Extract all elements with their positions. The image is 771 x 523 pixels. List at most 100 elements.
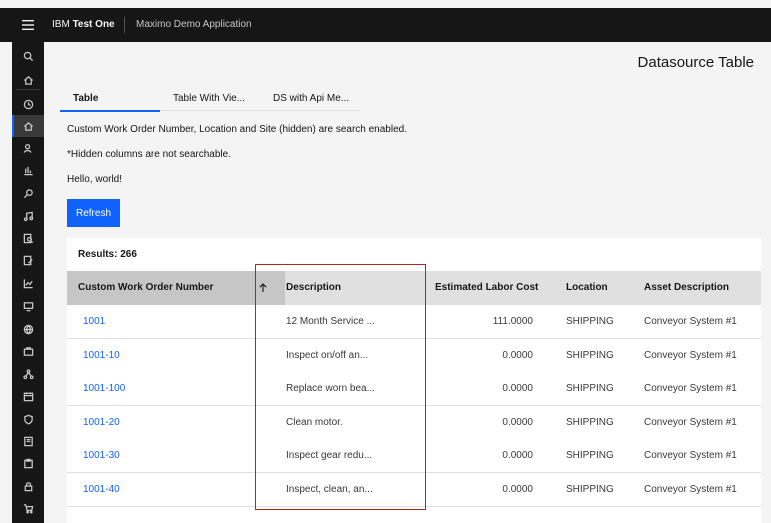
labor-cost-cell: 0.0000 (502, 484, 533, 495)
table-row[interactable]: 1001-20 Clean motor. 0.0000 SHIPPING Conveyo… (67, 405, 761, 440)
tools-icon (23, 188, 33, 198)
description-cell: Clean motor. (286, 416, 343, 428)
sidenav-item-briefcase[interactable] (12, 340, 44, 362)
table-row[interactable]: 1001-10 Inspect on/off an... 0.0000 SHIPPIN… (67, 338, 761, 373)
description-cell: Replace worn bea... (286, 383, 375, 395)
doc-edit-icon (23, 255, 33, 265)
datasource-table: Results: 266 Custom Work Order Number De… (67, 238, 761, 523)
chart-icon (23, 166, 33, 175)
sidenav-item-screen[interactable] (12, 295, 44, 317)
labor-cost-cell: 0.0000 (502, 450, 533, 462)
home-icon (23, 75, 33, 85)
network-icon (22, 368, 34, 379)
location-cell: SHIPPING (566, 383, 614, 395)
search-icon (23, 51, 33, 61)
menu-icon (22, 20, 34, 30)
location-cell: SHIPPING (566, 416, 614, 428)
sidenav-item-shield[interactable] (12, 408, 44, 430)
results-count: Results: 266 (78, 249, 137, 260)
sidenav-item-globe[interactable] (12, 318, 44, 340)
refresh-button[interactable]: Refresh (67, 199, 120, 227)
brand-name[interactable]: IBM Test One (52, 8, 115, 42)
asset-description-cell: Conveyor System #1 (644, 316, 737, 327)
home-icon (23, 121, 33, 131)
lock-icon (24, 481, 32, 491)
briefcase-icon (23, 346, 33, 356)
column-header-location[interactable]: Location (566, 271, 608, 305)
table-header: Custom Work Order Number Description Est… (67, 271, 761, 305)
tab-table-with-view[interactable]: Table With Vie... (160, 88, 260, 111)
cart-icon (23, 503, 33, 514)
user-icon (23, 143, 31, 153)
asset-description-cell: Conveyor System #1 (644, 349, 737, 361)
hamburger-menu-button[interactable] (12, 8, 44, 42)
recent-icon (23, 99, 33, 109)
tab-table[interactable]: Table (60, 88, 160, 112)
column-header-wonum[interactable]: Custom Work Order Number (67, 271, 285, 305)
table-row[interactable]: 1001-100 Replace worn bea... 0.0000 SHIPPIN… (67, 372, 761, 407)
column-header-description[interactable]: Description (286, 271, 341, 305)
labor-cost-cell: 0.0000 (502, 383, 533, 395)
arrow-up-icon (259, 283, 267, 292)
app-name-annotation-box (127, 15, 298, 57)
asset-description-cell: Conveyor System #1 (644, 383, 737, 395)
line-chart-icon (23, 278, 33, 288)
sidenav-item-cart[interactable] (12, 497, 44, 519)
globe-icon (23, 324, 33, 335)
sidenav-item-search[interactable] (12, 45, 44, 67)
brand-prefix: IBM (52, 19, 70, 30)
sidenav-item-line-chart[interactable] (12, 272, 44, 294)
description-cell: Inspect on/off an... (286, 349, 369, 361)
sort-ascending-icon[interactable] (254, 271, 272, 305)
wonum-link[interactable]: 1001-20 (83, 406, 120, 439)
sidenav-item-music[interactable] (12, 205, 44, 227)
location-cell: SHIPPING (566, 450, 614, 462)
table-row[interactable]: 1001 12 Month Service ... 111.0000 SHIPPING… (67, 305, 761, 339)
info-search-enabled: Custom Work Order Number, Location and S… (67, 124, 407, 135)
location-cell: SHIPPING (566, 316, 614, 327)
table-row[interactable]: 1001-40 Inspect, clean, an... 0.0000 SHIPPI… (67, 473, 761, 507)
labor-cost-cell: 0.0000 (502, 349, 533, 361)
sidenav-item-home[interactable] (12, 69, 44, 91)
sidenav-item-recent[interactable] (12, 93, 44, 115)
tab-ds-with-api[interactable]: DS with Api Me... (260, 88, 360, 111)
screen-icon (23, 301, 33, 311)
shield-icon (23, 414, 33, 425)
music-icon (23, 211, 33, 221)
asset-description-cell: Conveyor System #1 (644, 450, 737, 462)
sidenav-item-doc-edit[interactable] (12, 249, 44, 271)
sidenav-item-user[interactable] (12, 137, 44, 159)
sidenav-item-network[interactable] (12, 363, 44, 385)
wonum-link[interactable]: 1001-30 (83, 439, 120, 472)
wonum-link[interactable]: 1001-40 (83, 473, 120, 506)
sidenav-separator (16, 89, 40, 90)
top-header: IBM Test One Maximo Demo Application (0, 8, 771, 42)
wonum-link[interactable]: 1001 (83, 305, 105, 338)
side-navigation (12, 42, 44, 523)
page-title: Datasource Table (637, 54, 754, 71)
wonum-link[interactable]: 1001-100 (83, 372, 125, 405)
labor-cost-cell: 0.0000 (502, 416, 533, 428)
location-cell: SHIPPING (566, 484, 614, 495)
column-header-asset-description[interactable]: Asset Description (644, 271, 729, 305)
description-cell: Inspect gear redu... (286, 450, 373, 462)
sidenav-item-home[interactable] (12, 115, 44, 137)
column-header-labor-cost[interactable]: Estimated Labor Cost (435, 271, 538, 305)
header-divider (124, 17, 125, 33)
notebook-icon (23, 436, 33, 446)
sidenav-item-calendar[interactable] (12, 385, 44, 407)
sidenav-item-tools[interactable] (12, 182, 44, 204)
sidenav-item-notebook[interactable] (12, 430, 44, 452)
sidenav-item-lock[interactable] (12, 475, 44, 497)
calendar-icon (23, 391, 33, 401)
labor-cost-cell: 111.0000 (492, 316, 533, 327)
info-hello-world: Hello, world! (67, 174, 123, 185)
sidenav-item-search-doc[interactable] (12, 227, 44, 249)
asset-description-cell: Conveyor System #1 (644, 416, 737, 428)
clipboard-icon (23, 458, 33, 468)
table-row[interactable]: 1001-30 Inspect gear redu... 0.0000 SHIPPIN… (67, 439, 761, 474)
sidenav-item-chart[interactable] (12, 159, 44, 181)
sidenav-item-clipboard[interactable] (12, 452, 44, 474)
search-doc-icon (23, 233, 33, 243)
wonum-link[interactable]: 1001-10 (83, 339, 120, 372)
